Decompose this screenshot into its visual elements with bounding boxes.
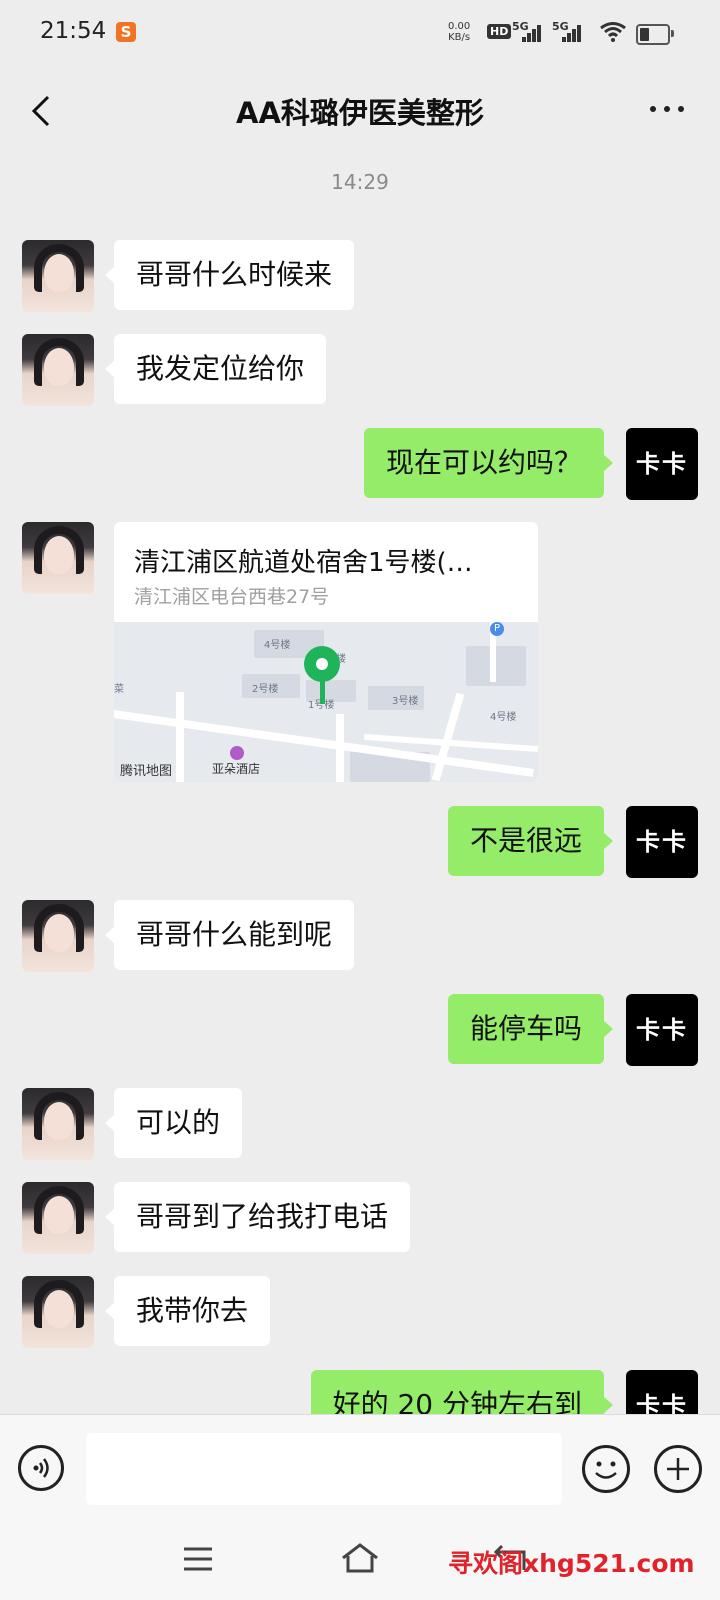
incoming-message[interactable]: 哥哥什么能到呢 xyxy=(104,900,355,970)
my-avatar[interactable]: 卡卡 xyxy=(626,806,698,878)
map-label: 菜 xyxy=(114,684,124,695)
network-speed-unit: KB/s xyxy=(448,32,471,43)
incoming-message[interactable]: 可以的 xyxy=(104,1088,243,1158)
outgoing-message[interactable]: 能停车吗 xyxy=(447,994,614,1064)
message-timestamp: 14:29 xyxy=(331,170,389,194)
menu-icon[interactable] xyxy=(182,1546,214,1572)
location-pin-icon xyxy=(304,646,340,682)
contact-avatar[interactable] xyxy=(22,240,94,312)
map-brand-label: 腾讯地图 xyxy=(120,764,173,779)
input-bar xyxy=(0,1414,720,1525)
incoming-message[interactable]: 哥哥什么时候来 xyxy=(104,240,355,310)
watermark: 寻欢阁xhg521.com xyxy=(448,1549,695,1578)
signal-bars-1-icon xyxy=(520,22,542,42)
signal-bars-2-icon xyxy=(560,22,582,42)
clock: 21:54 xyxy=(40,18,107,44)
contact-avatar[interactable] xyxy=(22,334,94,406)
contact-avatar[interactable] xyxy=(22,900,94,972)
my-avatar[interactable]: 卡卡 xyxy=(626,994,698,1066)
map-preview[interactable]: P 4号楼 楼 2号楼 1号楼 3号楼 4号楼 菜 腾讯地图 亚朵酒店 xyxy=(114,622,538,782)
wifi-icon xyxy=(600,22,626,42)
map-label: 3号楼 xyxy=(392,696,419,707)
hotel-icon xyxy=(230,746,244,760)
more-options-icon[interactable] xyxy=(650,106,686,116)
location-title: 清江浦区航道处宿舍1号楼(… xyxy=(134,548,473,578)
battery-icon xyxy=(636,24,674,45)
contact-avatar[interactable] xyxy=(22,522,94,594)
network-speed: 0.00 KB/s xyxy=(448,21,470,43)
incoming-message[interactable]: 我发定位给你 xyxy=(104,334,327,404)
incoming-message[interactable]: 我带你去 xyxy=(104,1276,271,1346)
voice-input-icon[interactable] xyxy=(18,1445,64,1491)
location-card[interactable]: 清江浦区航道处宿舍1号楼(… 清江浦区电台西巷27号 P 4号楼 楼 2号楼 1… xyxy=(114,522,538,782)
outgoing-message[interactable]: 现在可以约吗？ xyxy=(363,428,614,498)
home-icon[interactable] xyxy=(340,1542,380,1574)
chat-title: AA科璐伊医美整形 xyxy=(236,96,484,130)
hotel-label: 亚朵酒店 xyxy=(212,762,261,776)
message-input[interactable] xyxy=(86,1433,562,1505)
map-label: 4号楼 xyxy=(490,712,517,723)
emoji-icon[interactable] xyxy=(582,1445,630,1493)
parking-icon: P xyxy=(490,622,504,636)
status-bar: 21:54 S 0.00 KB/s HD 5G 5G xyxy=(0,0,720,66)
add-attachment-icon[interactable] xyxy=(654,1445,702,1493)
outgoing-message[interactable]: 不是很远 xyxy=(447,806,614,876)
contact-avatar[interactable] xyxy=(22,1276,94,1348)
my-avatar[interactable]: 卡卡 xyxy=(626,428,698,500)
sogou-input-icon: S xyxy=(116,22,136,42)
hd-icon: HD xyxy=(487,24,512,39)
network-speed-value: 0.00 xyxy=(448,21,471,32)
location-address: 清江浦区电台西巷27号 xyxy=(134,586,330,608)
map-label: 4号楼 xyxy=(264,640,291,651)
chat-header: AA科璐伊医美整形 xyxy=(0,66,720,154)
map-label: 2号楼 xyxy=(252,684,279,695)
incoming-message[interactable]: 哥哥到了给我打电话 xyxy=(104,1182,411,1252)
contact-avatar[interactable] xyxy=(22,1088,94,1160)
contact-avatar[interactable] xyxy=(22,1182,94,1254)
